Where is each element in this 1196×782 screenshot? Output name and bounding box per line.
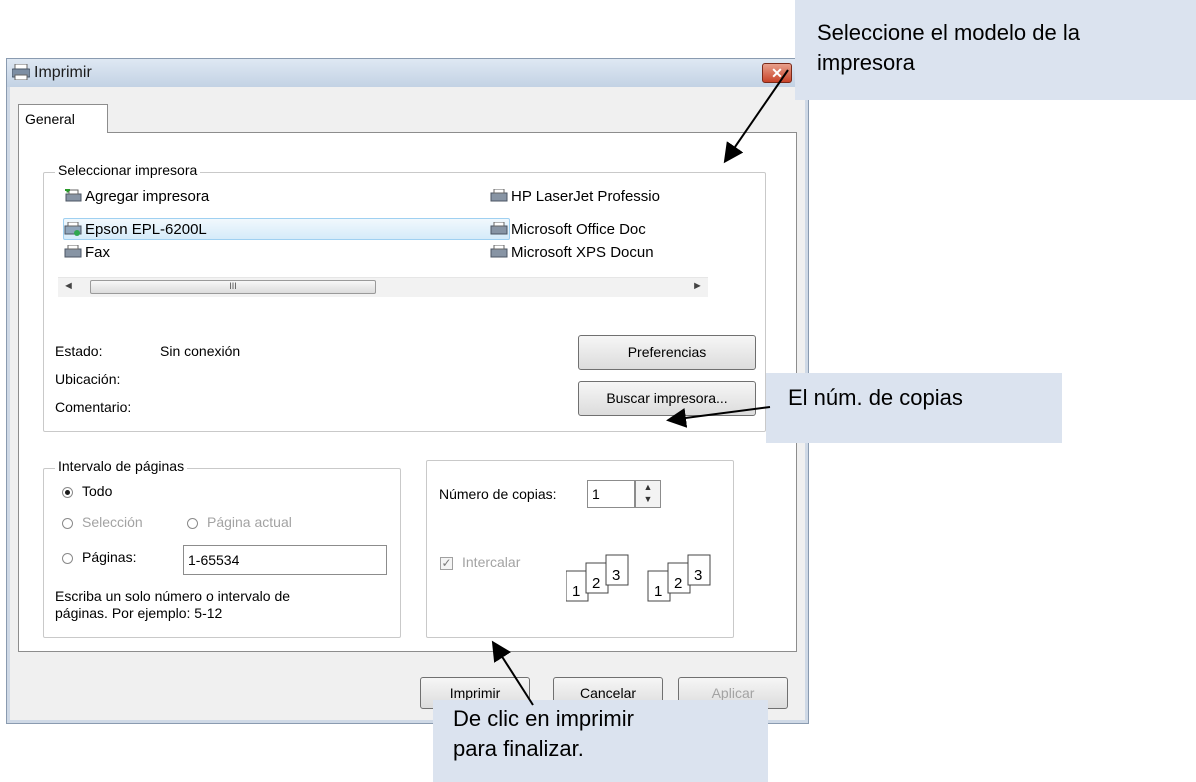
- arrow-to-printer-list: [723, 69, 789, 164]
- annotation-arrows: [491, 69, 789, 706]
- arrow-to-copies: [666, 406, 771, 428]
- arrow-to-print: [491, 640, 534, 706]
